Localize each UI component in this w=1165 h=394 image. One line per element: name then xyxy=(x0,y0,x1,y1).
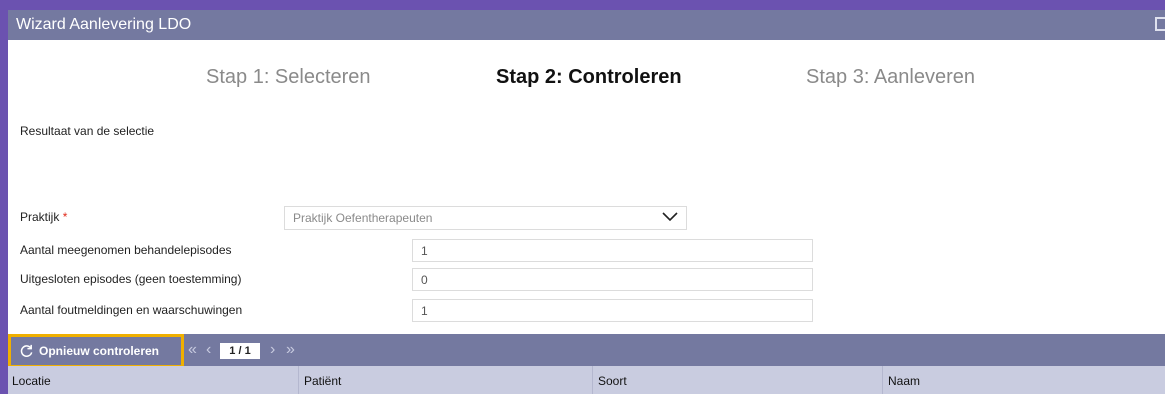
first-page-icon[interactable]: « xyxy=(188,340,197,360)
praktijk-label: Praktijk * xyxy=(20,210,68,224)
column-divider xyxy=(298,366,299,394)
column-header-naam[interactable]: Naam xyxy=(888,374,920,388)
prev-page-icon[interactable]: ‹ xyxy=(206,340,211,360)
step-3-aanleveren[interactable]: Stap 3: Aanleveren xyxy=(806,66,975,89)
praktijk-value: Praktijk Oefentherapeuten xyxy=(293,211,433,225)
praktijk-select[interactable]: Praktijk Oefentherapeuten xyxy=(284,206,687,230)
required-mark: * xyxy=(62,210,68,224)
title-bar: Wizard Aanlevering LDO xyxy=(8,10,1165,40)
behandelepisodes-label: Aantal meegenomen behandelepisodes xyxy=(20,243,232,257)
step-1-selecteren[interactable]: Stap 1: Selecteren xyxy=(206,66,371,89)
column-header-patient[interactable]: Patiënt xyxy=(304,374,341,388)
page-indicator: 1 / 1 xyxy=(220,343,260,359)
column-header-locatie[interactable]: Locatie xyxy=(12,374,51,388)
table-header: Locatie Patiënt Soort Naam xyxy=(8,366,1165,394)
maximize-icon[interactable] xyxy=(1155,17,1165,31)
refresh-icon xyxy=(20,344,33,357)
column-header-soort[interactable]: Soort xyxy=(598,374,627,388)
wizard-window: Wizard Aanlevering LDO Stap 1: Selectere… xyxy=(8,10,1165,394)
section-title: Resultaat van de selectie xyxy=(20,124,155,138)
foutmeldingen-field[interactable]: 1 xyxy=(412,299,813,322)
wizard-steps: Stap 1: Selecteren Stap 2: Controleren S… xyxy=(8,40,1165,92)
chevron-down-icon xyxy=(662,212,678,222)
opnieuw-controleren-button[interactable]: Opnieuw controleren xyxy=(8,334,184,368)
last-page-icon[interactable]: » xyxy=(286,340,295,360)
opnieuw-controleren-label: Opnieuw controleren xyxy=(39,344,160,358)
window-title: Wizard Aanlevering LDO xyxy=(16,16,192,33)
step-2-controleren: Stap 2: Controleren xyxy=(496,66,682,88)
foutmeldingen-label: Aantal foutmeldingen en waarschuwingen xyxy=(20,303,243,317)
uitgesloten-field[interactable]: 0 xyxy=(412,268,813,291)
column-divider xyxy=(882,366,883,394)
next-page-icon[interactable]: › xyxy=(270,340,275,360)
column-divider xyxy=(592,366,593,394)
uitgesloten-label: Uitgesloten episodes (geen toestemming) xyxy=(20,272,242,286)
behandelepisodes-field[interactable]: 1 xyxy=(412,239,813,262)
